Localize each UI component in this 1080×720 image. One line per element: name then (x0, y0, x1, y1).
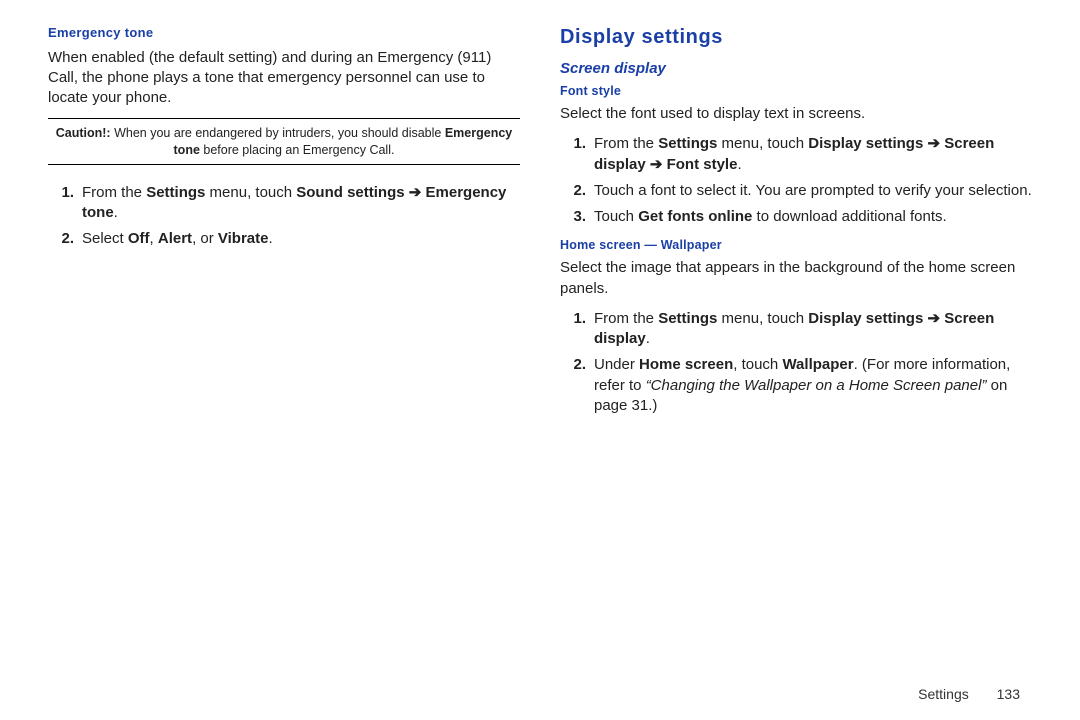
step-body: From the Settings menu, touch Display se… (594, 134, 1032, 175)
step-3: 3. Touch Get fonts online to download ad… (560, 207, 1032, 227)
step-number: 2. (48, 229, 82, 249)
caution-label: Caution!: (56, 126, 111, 140)
step-1: 1. From the Settings menu, touch Display… (560, 134, 1032, 175)
step-number: 2. (560, 181, 594, 201)
home-wallpaper-intro: Select the image that appears in the bac… (560, 258, 1032, 299)
footer-page-number: 133 (997, 686, 1020, 702)
step-number: 2. (560, 355, 594, 416)
step-number: 1. (560, 309, 594, 350)
emergency-intro: When enabled (the default setting) and d… (48, 48, 520, 109)
step-1: 1. From the Settings menu, touch Display… (560, 309, 1032, 350)
subheading-font-style: Font style (560, 83, 1032, 100)
step-body: From the Settings menu, touch Display se… (594, 309, 1032, 350)
step-number: 1. (560, 134, 594, 175)
caution-box: Caution!: When you are endangered by int… (48, 118, 520, 165)
right-column: Display settings Screen display Font sty… (560, 24, 1032, 700)
emergency-steps: 1. From the Settings menu, touch Sound s… (48, 183, 520, 250)
cross-reference: “Changing the Wallpaper on a Home Screen… (646, 377, 987, 394)
caution-text-1: When you are endangered by intruders, yo… (111, 126, 445, 140)
heading-display-settings: Display settings (560, 24, 1032, 51)
step-number: 1. (48, 183, 82, 224)
step-body: Under Home screen, touch Wallpaper. (For… (594, 355, 1032, 416)
subheading-screen-display: Screen display (560, 59, 1032, 79)
page-footer: Settings 133 (918, 686, 1020, 702)
step-2: 2. Touch a font to select it. You are pr… (560, 181, 1032, 201)
font-style-intro: Select the font used to display text in … (560, 104, 1032, 124)
step-2: 2. Under Home screen, touch Wallpaper. (… (560, 355, 1032, 416)
footer-section: Settings (918, 686, 969, 702)
font-style-steps: 1. From the Settings menu, touch Display… (560, 134, 1032, 227)
home-wallpaper-steps: 1. From the Settings menu, touch Display… (560, 309, 1032, 416)
step-number: 3. (560, 207, 594, 227)
subheading-home-wallpaper: Home screen — Wallpaper (560, 237, 1032, 254)
step-1: 1. From the Settings menu, touch Sound s… (48, 183, 520, 224)
manual-page: Emergency tone When enabled (the default… (0, 0, 1080, 720)
step-body: Touch a font to select it. You are promp… (594, 181, 1032, 201)
step-body: From the Settings menu, touch Sound sett… (82, 183, 520, 224)
caution-text-2: before placing an Emergency Call. (200, 143, 395, 157)
heading-emergency-tone: Emergency tone (48, 24, 520, 42)
step-2: 2. Select Off, Alert, or Vibrate. (48, 229, 520, 249)
arrow-icon: ➔ (923, 310, 944, 327)
step-body: Select Off, Alert, or Vibrate. (82, 229, 520, 249)
arrow-icon: ➔ (405, 184, 426, 201)
step-body: Touch Get fonts online to download addit… (594, 207, 1032, 227)
left-column: Emergency tone When enabled (the default… (48, 24, 520, 700)
arrow-icon: ➔ (923, 135, 944, 152)
arrow-icon: ➔ (646, 156, 667, 173)
